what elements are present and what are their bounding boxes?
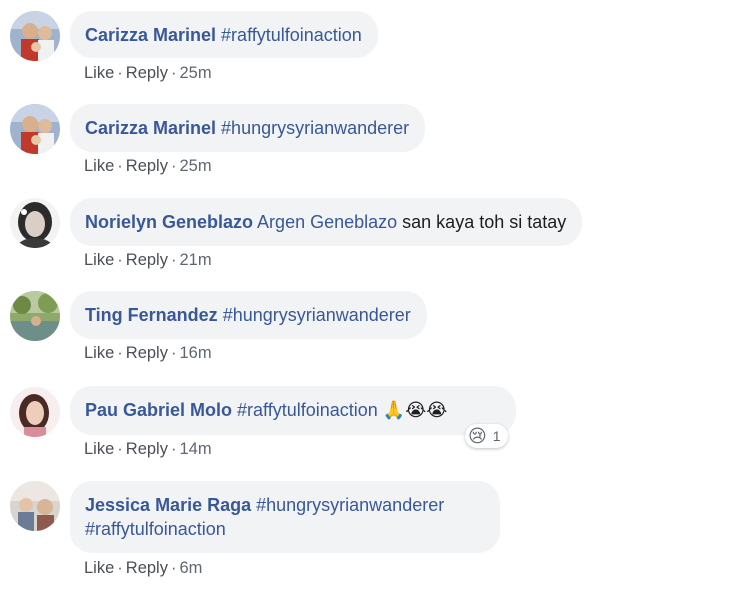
- hashtag-link[interactable]: #hungrysyrianwanderer: [216, 118, 409, 138]
- comment-bubble: Ting Fernandez #hungrysyrianwanderer: [70, 291, 427, 339]
- reply-link[interactable]: Reply: [126, 157, 168, 175]
- separator: ·: [117, 157, 123, 175]
- like-link[interactable]: Like: [84, 559, 114, 577]
- comment-author[interactable]: Carizza Marinel: [85, 25, 216, 45]
- separator: ·: [170, 157, 177, 175]
- mention-link[interactable]: Argen Geneblazo: [253, 212, 397, 232]
- like-link[interactable]: Like: [84, 344, 114, 362]
- like-link[interactable]: Like: [84, 64, 114, 82]
- avatar[interactable]: [10, 291, 60, 341]
- separator: ·: [170, 251, 177, 269]
- separator: ·: [170, 64, 177, 82]
- separator: ·: [170, 440, 177, 458]
- hashtag-link[interactable]: #hungrysyrianwanderer: [251, 495, 444, 515]
- separator: ·: [117, 559, 123, 577]
- comment-bubble: Pau Gabriel Molo #raffytulfoinaction 🙏😭😭: [70, 386, 516, 435]
- hashtag-link[interactable]: #raffytulfoinaction: [232, 400, 378, 420]
- timestamp[interactable]: 16m: [179, 344, 211, 362]
- avatar[interactable]: [10, 481, 60, 531]
- comment-actions: Like · Reply · 25m: [84, 64, 212, 83]
- timestamp[interactable]: 21m: [179, 251, 211, 269]
- timestamp[interactable]: 25m: [179, 64, 211, 82]
- hashtag-link[interactable]: #hungrysyrianwanderer: [218, 305, 411, 325]
- comment-author[interactable]: Ting Fernandez: [85, 305, 218, 325]
- avatar[interactable]: [10, 11, 60, 61]
- emoji-text: 🙏😭😭: [382, 400, 448, 420]
- like-link[interactable]: Like: [84, 251, 114, 269]
- separator: ·: [170, 559, 177, 577]
- comment-bubble: Norielyn Geneblazo Argen Geneblazo san k…: [70, 198, 583, 246]
- avatar[interactable]: [10, 104, 60, 154]
- separator: ·: [117, 251, 123, 269]
- comment-actions: Like · Reply · 21m: [84, 251, 212, 270]
- hashtag-link[interactable]: #raffytulfoinaction: [216, 25, 362, 45]
- timestamp[interactable]: 14m: [179, 440, 211, 458]
- avatar[interactable]: [10, 198, 60, 248]
- reply-link[interactable]: Reply: [126, 251, 168, 269]
- like-link[interactable]: Like: [84, 440, 114, 458]
- separator: ·: [117, 64, 123, 82]
- sad-reaction-icon: 😢: [468, 425, 487, 446]
- comment-author[interactable]: Carizza Marinel: [85, 118, 216, 138]
- comment-actions: Like · Reply · 16m: [84, 344, 212, 363]
- like-link[interactable]: Like: [84, 157, 114, 175]
- comment-bubble: Jessica Marie Raga #hungrysyrianwanderer…: [70, 481, 500, 553]
- timestamp[interactable]: 6m: [179, 559, 202, 577]
- reaction-count: 1: [492, 428, 501, 444]
- separator: ·: [117, 440, 123, 458]
- reply-link[interactable]: Reply: [126, 344, 168, 362]
- reply-link[interactable]: Reply: [126, 559, 168, 577]
- avatar[interactable]: [10, 387, 60, 437]
- reaction-badge[interactable]: 😢 1: [465, 424, 508, 448]
- reply-link[interactable]: Reply: [126, 64, 168, 82]
- hashtag-link[interactable]: #raffytulfoinaction: [85, 519, 226, 539]
- comment-text: san kaya toh si tatay: [397, 212, 567, 232]
- separator: ·: [170, 344, 177, 362]
- timestamp[interactable]: 25m: [179, 157, 211, 175]
- comment-actions: Like · Reply · 6m: [84, 559, 202, 578]
- separator: ·: [117, 344, 123, 362]
- comment-author[interactable]: Norielyn Geneblazo: [85, 212, 253, 232]
- comment-bubble: Carizza Marinel #raffytulfoinaction: [70, 11, 378, 58]
- comment-author[interactable]: Jessica Marie Raga: [85, 495, 251, 515]
- comment-bubble: Carizza Marinel #hungrysyrianwanderer: [70, 104, 426, 152]
- comment-actions: Like · Reply · 14m: [84, 440, 212, 459]
- comment-author[interactable]: Pau Gabriel Molo: [85, 400, 232, 420]
- reply-link[interactable]: Reply: [126, 440, 168, 458]
- comment-actions: Like · Reply · 25m: [84, 157, 212, 176]
